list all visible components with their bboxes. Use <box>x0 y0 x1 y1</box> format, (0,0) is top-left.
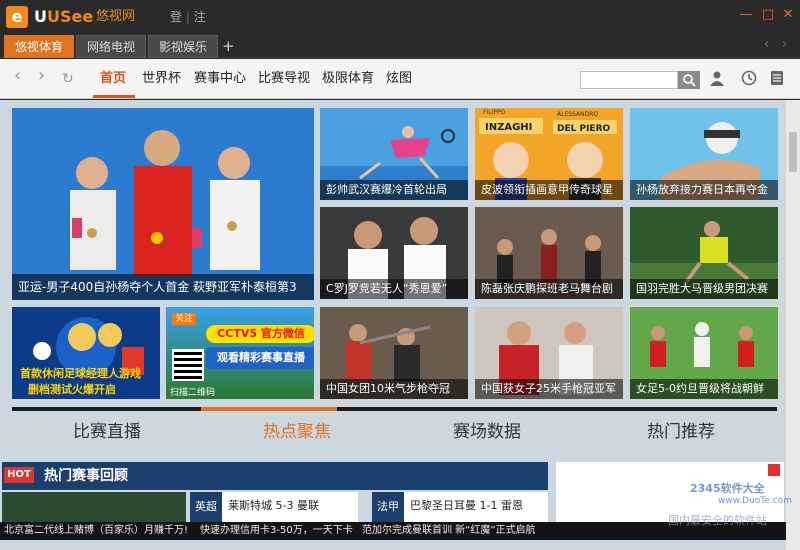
watermark-slogan: 国内最安全的软件站 <box>668 514 767 527</box>
tile-caption: 亚运-男子400自孙杨夺个人首金 萩野亚军朴泰桓第3 <box>12 274 314 300</box>
nav-gallery[interactable]: 炫图 <box>386 69 412 89</box>
tile-caption: 中国女团10米气步枪夺冠 <box>320 379 468 399</box>
app-window: e UUSee 悠视网 登 | 注 — □ ✕ 悠视体育 网络电视 影视娱乐 +… <box>0 0 800 550</box>
illustration-label: INZAGHI <box>485 122 532 133</box>
cctv5-live-label: 观看精彩赛事直播 <box>206 347 314 369</box>
nav-extreme-sports[interactable]: 极限体育 <box>322 69 374 89</box>
follow-tag: 关注 <box>172 313 197 325</box>
game-ad-tile[interactable]: 首款休闲足球经理人游戏 删档测试火爆开启 <box>12 307 160 399</box>
search-icon[interactable] <box>678 71 700 89</box>
nav-match-guide[interactable]: 比赛导视 <box>258 69 310 89</box>
carousel-progress-track <box>12 407 777 411</box>
illustration-label: DEL PIERO <box>557 124 611 134</box>
news-tile[interactable]: 中国获女子25米手枪冠亚军 <box>475 307 623 399</box>
tile-caption: 国羽完胜大马晋级男团决赛 <box>630 279 778 299</box>
tab-prev-button[interactable]: ‹ <box>764 37 769 52</box>
notes-icon[interactable] <box>768 70 786 88</box>
qr-caption: 扫描二维码 <box>170 388 216 398</box>
tab-next-button[interactable]: › <box>782 37 787 52</box>
scrollbar-thumb[interactable] <box>789 132 797 172</box>
ticker-item[interactable]: 快速办理信用卡3-50万，一天下卡 <box>200 523 353 539</box>
nav-home[interactable]: 首页 <box>100 69 126 89</box>
watermark-brand: 2345软件大全 <box>690 482 765 495</box>
news-tile[interactable]: 国羽完胜大马晋级男团决赛 <box>630 207 778 299</box>
news-tile[interactable]: FILIPPO INZAGHI ALESSANDRO DEL PIERO 皮波领… <box>475 108 623 200</box>
news-tile[interactable]: 女足5-0约旦晋级将战朝鲜 <box>630 307 778 399</box>
section-tab-recommend[interactable]: 热门推荐 <box>586 418 776 446</box>
forward-icon[interactable]: › <box>38 67 45 85</box>
user-icon[interactable] <box>708 70 726 88</box>
tile-caption: 皮波领衔插画意甲传奇球星 <box>475 180 623 200</box>
news-tile[interactable]: 中国女团10米气步枪夺冠 <box>320 307 468 399</box>
close-button[interactable]: ✕ <box>778 6 798 24</box>
section-tab-live[interactable]: 比赛直播 <box>12 418 202 446</box>
news-tile[interactable]: 孙杨放弃接力赛日本再夺金 <box>630 108 778 200</box>
game-ad-headline: 首款休闲足球经理人游戏 <box>20 367 141 380</box>
refresh-icon[interactable]: ↻ <box>62 71 74 87</box>
ticker-item[interactable]: 范加尔完成曼联首训 新“红魔”正式启航 <box>362 523 536 539</box>
search-input[interactable] <box>580 71 678 89</box>
cctv5-wechat-label: CCTV5 官方微信 <box>206 325 314 343</box>
app-logo-cn: 悠视网 <box>96 9 136 24</box>
back-icon[interactable]: ‹ <box>14 67 21 85</box>
watermark-url: www.DuoTe.com <box>718 496 792 506</box>
minimize-button[interactable]: — <box>736 6 756 24</box>
match-score: 莱斯特城 5-3 曼联 <box>228 499 319 512</box>
league-badge: 英超 <box>190 492 222 522</box>
add-tab-button[interactable]: + <box>222 36 235 56</box>
nav-events[interactable]: 赛事中心 <box>194 69 246 89</box>
tab-network-tv[interactable]: 网络电视 <box>76 35 146 58</box>
cctv5-ad-tile[interactable]: 关注 CCTV5 官方微信 观看精彩赛事直播 扫描二维码 <box>166 307 314 399</box>
nav-bar: ‹ › ↻ 首页 世界杯 赛事中心 比赛导视 极限体育 炫图 <box>0 59 800 99</box>
tab-entertainment[interactable]: 影视娱乐 <box>148 35 218 58</box>
section-tab-hot[interactable]: 热点聚焦 <box>202 418 392 446</box>
featured-photo <box>12 108 314 300</box>
title-bar: e UUSee 悠视网 登 | 注 — □ ✕ <box>0 0 800 34</box>
ticker-item[interactable]: 北京富二代线上赌博（百家乐）月赚千万! <box>4 523 188 539</box>
news-tile[interactable]: C罗J罗竞若无人“秀恩爱” <box>320 207 468 299</box>
nav-active-indicator <box>93 95 135 98</box>
match-result-row[interactable]: 英超 莱斯特城 5-3 曼联 <box>190 492 358 522</box>
match-score: 巴黎圣日耳曼 1-1 雷恩 <box>410 499 523 512</box>
tab-bar: 悠视体育 网络电视 影视娱乐 + ‹ › <box>0 34 800 58</box>
clock-icon[interactable] <box>740 70 758 88</box>
app-logo-text: UUSee <box>34 7 94 26</box>
hot-review-title: 热门赛事回顾 <box>44 468 128 484</box>
qr-code-icon <box>172 349 204 381</box>
maximize-button[interactable]: □ <box>758 6 778 24</box>
featured-news-tile[interactable]: 亚运-男子400自孙杨夺个人首金 萩野亚军朴泰桓第3 <box>12 108 314 300</box>
game-ad-subline: 删档测试火爆开启 <box>28 383 116 396</box>
hot-badge: HOT <box>4 467 34 483</box>
tile-caption: 中国获女子25米手枪冠亚军 <box>475 379 623 399</box>
login-links: 登 | 注 <box>170 10 206 24</box>
league-badge: 法甲 <box>372 492 404 522</box>
hot-review-thumb[interactable] <box>2 492 186 522</box>
tile-caption: 女足5-0约旦晋级将战朝鲜 <box>630 379 778 399</box>
login-link[interactable]: 登 <box>170 10 182 24</box>
tile-caption: 孙杨放弃接力赛日本再夺金 <box>630 180 778 200</box>
tab-sports[interactable]: 悠视体育 <box>4 35 74 58</box>
carousel-progress-indicator <box>201 407 337 411</box>
news-tile[interactable]: 彭帅武汉赛爆冷首轮出局 <box>320 108 468 200</box>
tile-caption: C罗J罗竞若无人“秀恩爱” <box>320 279 468 299</box>
illustration-label: FILIPPO <box>483 109 506 116</box>
register-link[interactable]: 注 <box>194 10 206 24</box>
section-tab-data[interactable]: 赛场数据 <box>392 418 582 446</box>
gift-icon[interactable] <box>768 464 780 476</box>
match-result-row[interactable]: 法甲 巴黎圣日耳曼 1-1 雷恩 <box>372 492 548 522</box>
tile-caption: 陈磊张庆鹏探班老马舞台剧 <box>475 279 623 299</box>
app-logo-icon: e <box>6 6 28 28</box>
nav-world-cup[interactable]: 世界杯 <box>142 69 181 89</box>
tile-caption: 彭帅武汉赛爆冷首轮出局 <box>320 180 468 200</box>
illustration-label: ALESSANDRO <box>557 111 598 118</box>
news-tile[interactable]: 陈磊张庆鹏探班老马舞台剧 <box>475 207 623 299</box>
